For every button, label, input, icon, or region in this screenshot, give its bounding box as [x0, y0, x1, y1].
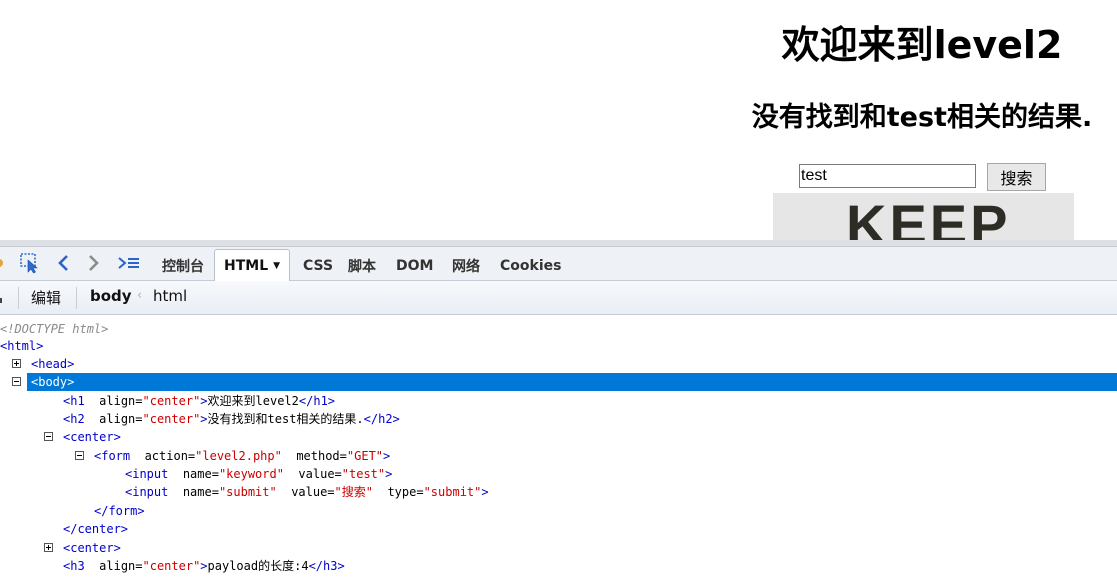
banner-text: KEEP: [846, 193, 1011, 241]
input-submit-node[interactable]: <input name="submit" value="搜索" type="su…: [125, 483, 489, 501]
center-close-node: </center>: [63, 522, 129, 536]
edit-button[interactable]: 编辑: [31, 287, 61, 308]
input-keyword-node[interactable]: <input name="keyword" value="test">: [125, 465, 392, 483]
panel-splitter[interactable]: [0, 240, 1117, 247]
banner-image: KEEP: [773, 193, 1074, 240]
breadcrumb-html[interactable]: html: [153, 287, 187, 305]
expand-icon[interactable]: [44, 543, 53, 552]
firebug-icon[interactable]: [0, 251, 6, 275]
head-node[interactable]: <head>: [31, 355, 74, 373]
html-node[interactable]: <html>: [0, 337, 43, 355]
keyword-input[interactable]: [799, 164, 976, 188]
doctype-node: <!DOCTYPE html>: [0, 322, 109, 336]
search-result-message: 没有找到和test相关的结果.: [751, 102, 1093, 133]
h3-node[interactable]: <h3 align="center">payload的长度:4</h3>: [63, 557, 345, 575]
html-breadcrumb-bar: 编辑 body ‹ html: [0, 281, 1117, 315]
web-page-viewport: 欢迎来到level2 没有找到和test相关的结果. 搜索 KEEP: [0, 0, 1117, 240]
devtools-toolbar: 控制台 HTML ▼ CSS 脚本 DOM 网络 Cookies: [0, 247, 1117, 281]
center-node[interactable]: <center>: [63, 428, 121, 446]
inspect-element-icon[interactable]: [18, 251, 42, 275]
separator: [18, 287, 19, 309]
pin-icon[interactable]: [0, 288, 5, 306]
collapse-icon[interactable]: [44, 432, 53, 441]
separator: [76, 287, 77, 309]
form-close-node: </form>: [94, 504, 145, 518]
tab-network[interactable]: 网络: [452, 253, 480, 279]
search-button[interactable]: 搜索: [987, 163, 1046, 191]
collapse-icon[interactable]: [75, 451, 84, 460]
devtools-panel: 控制台 HTML ▼ CSS 脚本 DOM 网络 Cookies 编辑 body…: [0, 240, 1117, 581]
collapse-icon[interactable]: [12, 377, 21, 386]
tab-script[interactable]: 脚本: [348, 253, 376, 279]
tab-css[interactable]: CSS: [303, 253, 333, 279]
tab-console[interactable]: 控制台: [162, 253, 204, 279]
breadcrumb-chevron-icon: ‹: [137, 288, 143, 303]
h1-node[interactable]: <h1 align="center">欢迎来到level2</h1>: [63, 392, 335, 410]
h2-node[interactable]: <h2 align="center">没有找到和test相关的结果.</h2>: [63, 410, 400, 428]
forward-icon[interactable]: [84, 251, 104, 275]
command-line-icon[interactable]: [116, 251, 142, 275]
back-icon[interactable]: [53, 251, 73, 275]
form-node[interactable]: <form action="level2.php" method="GET">: [94, 447, 390, 465]
expand-icon[interactable]: [12, 359, 21, 368]
tab-dom[interactable]: DOM: [396, 253, 433, 279]
breadcrumb-body[interactable]: body: [90, 287, 132, 305]
tab-html-label: HTML: [224, 257, 269, 274]
tab-cookies[interactable]: Cookies: [500, 253, 561, 279]
center2-node[interactable]: <center>: [63, 539, 121, 557]
page-heading: 欢迎来到level2: [781, 23, 1063, 67]
body-node-selected[interactable]: <body>: [27, 373, 1117, 391]
tab-html[interactable]: HTML ▼: [214, 249, 291, 281]
caret-down-icon[interactable]: ▼: [273, 261, 280, 271]
